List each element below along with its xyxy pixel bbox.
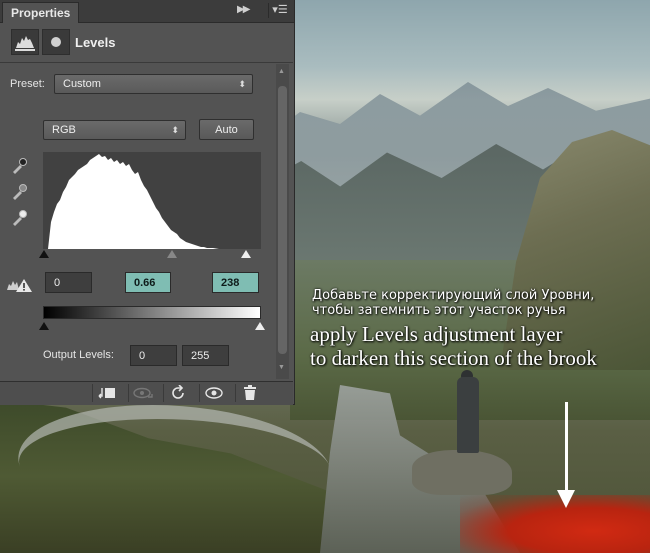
input-levels-slider[interactable] [39,250,261,262]
panel-titlebar: Properties ▶▶ ▾☰ [0,0,294,23]
clip-to-layer-icon[interactable] [92,384,121,402]
histogram [43,152,261,249]
preset-label: Preset: [10,78,45,90]
gray-point-eyedropper-icon[interactable] [10,183,28,201]
output-black-field[interactable]: 0 [130,345,177,366]
preset-select[interactable]: Custom ⬍ [54,74,253,94]
black-output-handle[interactable] [39,322,49,330]
reset-icon[interactable] [163,384,192,402]
divider [0,62,293,63]
red-flowers [460,495,650,553]
preset-value: Custom [63,78,101,90]
standing-man [457,377,479,453]
channel-select[interactable]: RGB ⬍ [43,120,186,140]
black-input-handle[interactable] [39,250,49,258]
white-input-handle[interactable] [241,250,251,258]
panel-menu-icon[interactable]: ▾☰ [268,3,291,18]
properties-panel: Properties ▶▶ ▾☰ Levels Preset: Custom ⬍… [0,0,295,405]
caption-en-line1: apply Levels adjustment layer [310,322,563,346]
view-previous-state-icon[interactable] [128,384,157,402]
updown-chevron-icon: ⬍ [238,79,246,89]
channel-value: RGB [52,124,76,136]
caption-en-line2: to darken this section of the brook [310,346,597,370]
input-black-field[interactable]: 0 [45,272,92,293]
auto-button[interactable]: Auto [199,119,254,140]
scroll-thumb[interactable] [278,86,287,354]
tab-properties[interactable]: Properties [2,2,80,23]
mask-icon[interactable] [42,29,70,55]
pointer-arrow-head [557,490,575,508]
updown-chevron-icon: ⬍ [171,125,179,135]
output-levels-label: Output Levels: [43,349,114,361]
adjustment-levels-icon[interactable] [11,29,39,55]
levels-warning-icon[interactable] [6,277,34,293]
panel-title: Levels [75,35,116,50]
panel-footer [0,381,293,405]
output-levels-slider[interactable] [39,320,265,332]
output-gradient-bar [43,306,261,319]
trash-icon[interactable] [235,384,264,402]
adjustment-header: Levels [0,23,293,62]
boulder [412,450,512,495]
caption-ru-line2: чтобы затемнить этот участок ручья [312,303,566,318]
black-point-eyedropper-icon[interactable] [10,157,28,175]
scroll-down-icon[interactable]: ▼ [278,364,285,371]
input-white-field[interactable]: 238 [212,272,259,293]
collapse-panel-icon[interactable]: ▶▶ [237,4,250,15]
white-point-eyedropper-icon[interactable] [10,209,28,227]
midtone-input-handle[interactable] [167,250,177,258]
winding-stream [0,405,353,529]
caption-ru-line1: Добавьте корректирующий слой Уровни, [312,288,595,303]
input-midtone-field[interactable]: 0.66 [125,272,171,293]
scroll-up-icon[interactable]: ▲ [278,68,285,75]
pointer-arrow-shaft [565,402,568,494]
panel-scrollbar[interactable]: ▲ ▼ [276,64,289,379]
white-output-handle[interactable] [255,322,265,330]
output-white-field[interactable]: 255 [182,345,229,366]
visibility-eye-icon[interactable] [199,384,228,402]
